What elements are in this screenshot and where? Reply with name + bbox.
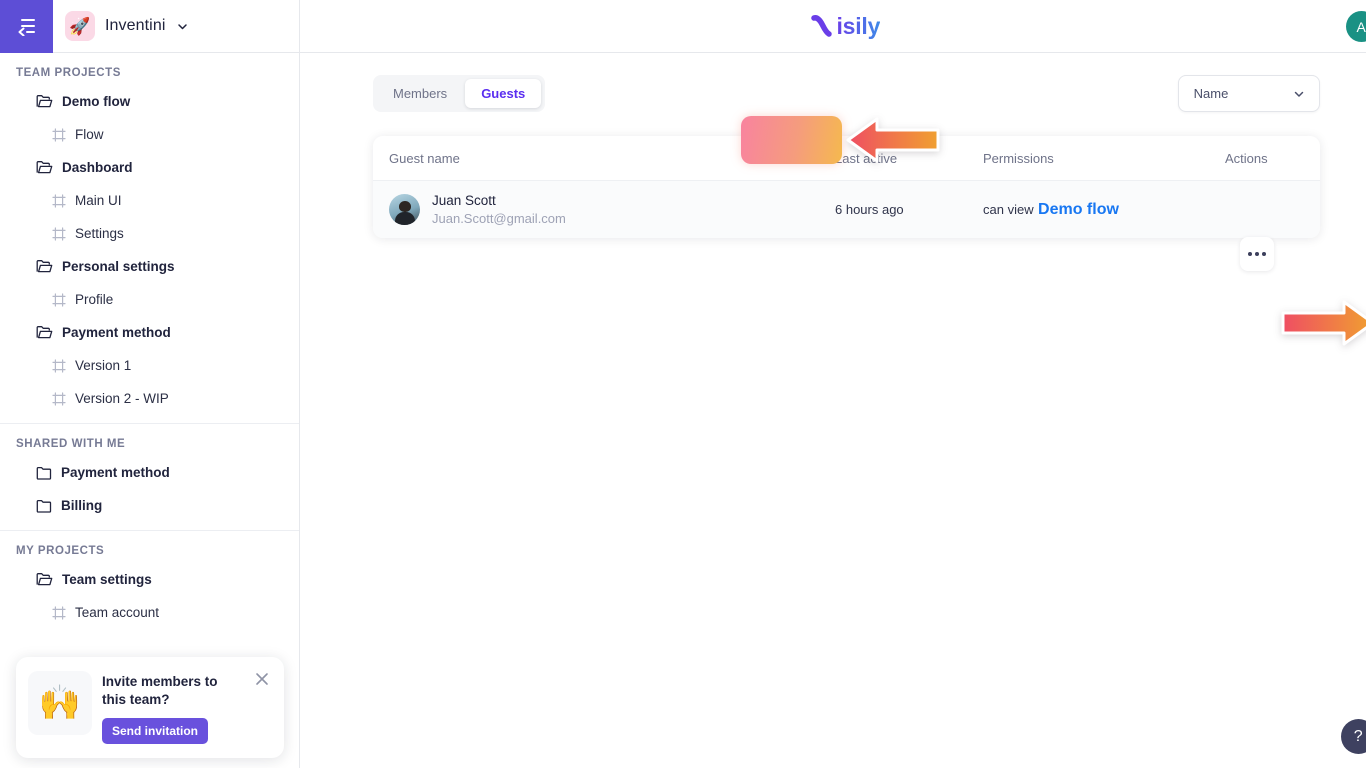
sidebar-item-main-ui[interactable]: Main UI xyxy=(0,184,299,217)
section-title: TEAM PROJECTS xyxy=(16,67,121,79)
artboard-icon xyxy=(52,391,66,406)
guest-text: Juan Scott Juan.Scott@gmail.com xyxy=(432,192,566,228)
send-invitation-button[interactable]: Send invitation xyxy=(102,718,209,744)
content-area: Members Guests Name Guest name Last acti… xyxy=(300,53,1366,768)
sidebar-item-label: Personal settings xyxy=(62,259,175,274)
sidebar-item-version-2-wip[interactable]: Version 2 - WIP xyxy=(0,382,299,415)
arrow-pointing-to-guests-tab xyxy=(846,117,940,163)
team-name: Inventini xyxy=(105,17,166,34)
invite-card-body: Invite members to this team? Send invita… xyxy=(102,671,272,744)
sidebar-item-personal-settings[interactable]: Personal settings xyxy=(0,250,299,283)
folder-open-icon xyxy=(36,160,53,175)
sidebar-collapse-button[interactable] xyxy=(0,0,53,53)
table-row[interactable]: Juan Scott Juan.Scott@gmail.com 6 hours … xyxy=(373,180,1320,238)
last-active-value: 6 hours ago xyxy=(835,202,904,217)
app-root: 🚀 Inventini TEAM PROJECTS Demo flow Flow xyxy=(0,0,1366,768)
column-header-actions: Actions xyxy=(1225,150,1268,166)
section-title: MY PROJECTS xyxy=(16,545,105,557)
close-icon[interactable] xyxy=(252,669,272,689)
invite-card-title: Invite members to this team? xyxy=(102,674,218,707)
permissions-cell: can view Demo flow xyxy=(983,201,1225,219)
sidebar-item-label: Payment method xyxy=(61,465,170,480)
sidebar-item-label: Dashboard xyxy=(62,160,133,175)
sidebar-item-label: Flow xyxy=(75,127,104,142)
visily-v-logo xyxy=(809,11,839,41)
tabs-highlight-inner xyxy=(744,119,839,161)
sidebar-item-label: Team settings xyxy=(62,572,152,587)
artboard-icon xyxy=(52,605,66,620)
sidebar-item-settings[interactable]: Settings xyxy=(0,217,299,250)
sidebar-item-label: Version 2 - WIP xyxy=(75,391,169,406)
artboard-icon xyxy=(52,226,66,241)
guest-name: Juan Scott xyxy=(432,192,496,208)
sidebar: 🚀 Inventini TEAM PROJECTS Demo flow Flow xyxy=(0,0,300,768)
avatar[interactable]: A xyxy=(1345,11,1366,42)
sidebar-item-team-account[interactable]: Team account xyxy=(0,596,299,629)
sidebar-item-team-settings[interactable]: Team settings xyxy=(0,563,299,596)
sort-dropdown-value: Name xyxy=(1193,86,1229,101)
question-mark-icon: ? xyxy=(1353,727,1363,745)
guest-email: Juan.Scott@gmail.com xyxy=(432,210,566,226)
members-guests-tabs: Members Guests xyxy=(373,75,546,112)
logo-text: isily xyxy=(836,12,881,39)
sidebar-item-payment-method[interactable]: Payment method xyxy=(0,316,299,349)
artboard-icon xyxy=(52,292,66,307)
folder-closed-icon xyxy=(36,466,52,480)
dot xyxy=(1261,252,1266,256)
sidebar-item-shared-payment-method[interactable]: Payment method xyxy=(0,456,299,489)
dot xyxy=(1247,252,1252,256)
folder-open-icon xyxy=(36,572,53,587)
sidebar-item-flow[interactable]: Flow xyxy=(0,118,299,151)
tabs-highlight-box xyxy=(741,116,842,164)
sidebar-item-demo-flow[interactable]: Demo flow xyxy=(0,85,299,118)
guest-cell: Juan Scott Juan.Scott@gmail.com xyxy=(373,192,835,228)
sidebar-item-label: Settings xyxy=(75,226,124,241)
arrow-pointing-to-actions-menu xyxy=(1281,300,1366,346)
content-header: Members Guests Name xyxy=(373,75,1320,112)
sidebar-header: 🚀 Inventini xyxy=(0,0,299,53)
hands-together-illustration: 🙌 xyxy=(28,671,92,736)
dot xyxy=(1254,252,1259,256)
permission-project-link[interactable]: Demo flow xyxy=(1038,201,1119,218)
sidebar-item-version-1[interactable]: Version 1 xyxy=(0,349,299,382)
artboard-icon xyxy=(52,358,66,373)
tab-members[interactable]: Members xyxy=(377,79,463,108)
sidebar-section-my-projects: MY PROJECTS Team settings Team account xyxy=(0,531,299,637)
chevron-down-icon xyxy=(176,20,189,33)
rocket-logo: 🚀 xyxy=(65,11,95,41)
visily-logo: isily xyxy=(809,11,880,41)
tab-guests[interactable]: Guests xyxy=(465,79,542,108)
sort-dropdown[interactable]: Name xyxy=(1177,75,1320,112)
sidebar-section-team-projects: TEAM PROJECTS Demo flow Flow Dashboard M… xyxy=(0,53,299,424)
artboard-icon xyxy=(52,127,66,142)
more-options-icon[interactable] xyxy=(1239,237,1274,271)
folder-open-icon xyxy=(36,94,53,109)
guest-avatar xyxy=(389,193,420,225)
sidebar-section-shared-with-me: SHARED WITH ME Payment method Billing xyxy=(0,424,299,531)
chevron-down-icon xyxy=(1292,87,1306,101)
sidebar-item-billing[interactable]: Billing xyxy=(0,489,299,522)
sidebar-item-label: Demo flow xyxy=(62,94,131,109)
artboard-icon xyxy=(52,193,66,208)
sidebar-item-label: Team account xyxy=(75,605,160,620)
section-title: SHARED WITH ME xyxy=(16,438,126,450)
sidebar-item-label: Profile xyxy=(75,292,114,307)
sidebar-item-label: Billing xyxy=(61,498,103,513)
folder-open-icon xyxy=(36,259,53,274)
permission-prefix: can view xyxy=(983,201,1034,217)
folder-closed-icon xyxy=(36,499,52,513)
sidebar-item-label: Version 1 xyxy=(75,358,132,373)
main-area: isily A Members Guests Name Guest name L… xyxy=(300,0,1366,768)
sidebar-item-label: Main UI xyxy=(75,193,122,208)
folder-open-icon xyxy=(36,325,53,340)
guest-identity: Juan Scott Juan.Scott@gmail.com xyxy=(389,192,835,228)
sidebar-item-dashboard[interactable]: Dashboard xyxy=(0,151,299,184)
sidebar-item-label: Payment method xyxy=(62,325,171,340)
sidebar-collapse-icon xyxy=(15,16,39,36)
invite-members-card: 🙌 Invite members to this team? Send invi… xyxy=(16,657,284,758)
sidebar-item-profile[interactable]: Profile xyxy=(0,283,299,316)
column-header-permissions: Permissions xyxy=(983,150,1054,166)
team-switcher[interactable]: 🚀 Inventini xyxy=(53,11,189,41)
topbar: isily A xyxy=(300,0,1366,53)
